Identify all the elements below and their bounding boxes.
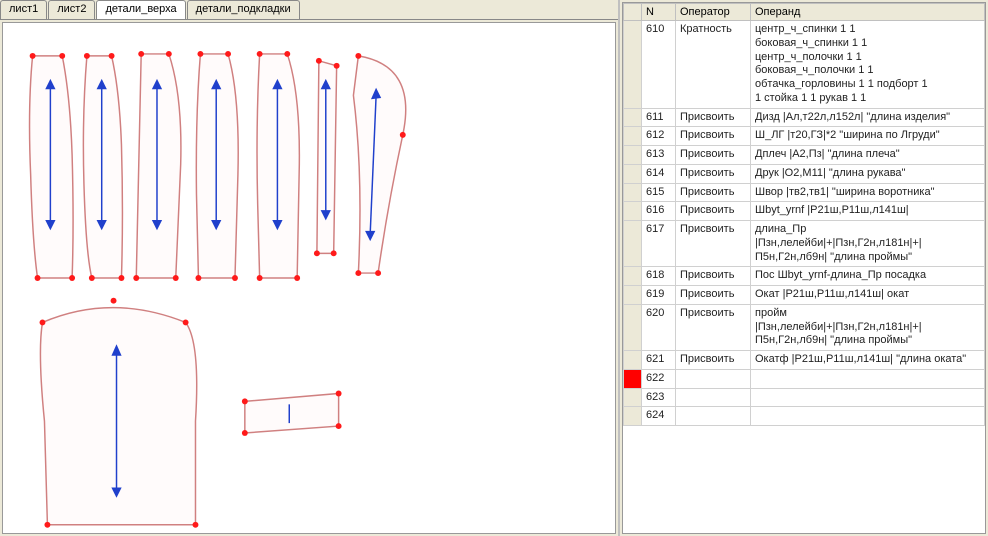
row-marker bbox=[624, 164, 642, 183]
cell-operand[interactable]: Ш_ЛГ |т20,ГЗ|*2 "ширина по Лгруди" bbox=[751, 127, 985, 146]
cell-operator[interactable]: Кратность bbox=[676, 21, 751, 109]
table-row[interactable]: 611ПрисвоитьДизд |Ал,т22л,л152л| "длина … bbox=[624, 108, 985, 127]
row-marker bbox=[624, 351, 642, 370]
cell-operand[interactable]: Окат |Р21ш,Р11ш,л141ш| окат bbox=[751, 286, 985, 305]
cell-operator[interactable]: Присвоить bbox=[676, 146, 751, 165]
table-row[interactable]: 619ПрисвоитьОкат |Р21ш,Р11ш,л141ш| окат bbox=[624, 286, 985, 305]
row-marker bbox=[624, 286, 642, 305]
cell-n[interactable]: 618 bbox=[642, 267, 676, 286]
cell-n[interactable]: 615 bbox=[642, 183, 676, 202]
cell-operand[interactable]: Дплеч |А2,Пз| "длина плеча" bbox=[751, 146, 985, 165]
cell-operand[interactable]: длина_Пр |Пзн,лелейби|+|Пзн,Г2н,л181н|+|… bbox=[751, 221, 985, 267]
header-rowhead bbox=[624, 4, 642, 21]
cell-n[interactable]: 610 bbox=[642, 21, 676, 109]
cell-n[interactable]: 623 bbox=[642, 388, 676, 407]
table-row[interactable]: 620Присвоитьпройм |Пзн,лелейби|+|Пзн,Г2н… bbox=[624, 304, 985, 350]
cell-n[interactable]: 614 bbox=[642, 164, 676, 183]
table-row[interactable]: 610Кратностьцентр_ч_спинки 1 1 боковая_ч… bbox=[624, 21, 985, 109]
table-row[interactable]: 612ПрисвоитьШ_ЛГ |т20,ГЗ|*2 "ширина по Л… bbox=[624, 127, 985, 146]
cell-operator[interactable]: Присвоить bbox=[676, 304, 751, 350]
header-operand[interactable]: Операнд bbox=[751, 4, 985, 21]
cell-operator[interactable]: Присвоить bbox=[676, 127, 751, 146]
cell-operator[interactable]: Присвоить bbox=[676, 267, 751, 286]
cell-operand[interactable] bbox=[751, 369, 985, 388]
header-operator[interactable]: Оператор bbox=[676, 4, 751, 21]
table-row[interactable]: 623 bbox=[624, 388, 985, 407]
cell-n[interactable]: 612 bbox=[642, 127, 676, 146]
cell-operator[interactable] bbox=[676, 407, 751, 426]
cell-operand[interactable]: Шbyt_yrnf |Р21ш,Р11ш,л141ш| bbox=[751, 202, 985, 221]
row-marker bbox=[624, 202, 642, 221]
cell-operand[interactable] bbox=[751, 388, 985, 407]
cell-n[interactable]: 611 bbox=[642, 108, 676, 127]
tab-bar: лист1лист2детали_верхадетали_подкладки bbox=[0, 0, 618, 20]
table-row[interactable]: 617Присвоитьдлина_Пр |Пзн,лелейби|+|Пзн,… bbox=[624, 221, 985, 267]
row-marker bbox=[624, 369, 642, 388]
row-marker bbox=[624, 146, 642, 165]
left-pane: лист1лист2детали_верхадетали_подкладки bbox=[0, 0, 620, 536]
tab-1[interactable]: лист2 bbox=[48, 0, 95, 19]
cell-operator[interactable]: Присвоить bbox=[676, 286, 751, 305]
cell-operand[interactable] bbox=[751, 407, 985, 426]
row-marker bbox=[624, 407, 642, 426]
table-row[interactable]: 616ПрисвоитьШbyt_yrnf |Р21ш,Р11ш,л141ш| bbox=[624, 202, 985, 221]
cell-operand[interactable]: Швор |тв2,тв1| "ширина воротника" bbox=[751, 183, 985, 202]
row-marker bbox=[624, 304, 642, 350]
cell-operator[interactable] bbox=[676, 388, 751, 407]
cell-operand[interactable]: Дизд |Ал,т22л,л152л| "длина изделия" bbox=[751, 108, 985, 127]
cell-operand[interactable]: Друк |О2,М11| "длина рукава" bbox=[751, 164, 985, 183]
row-marker bbox=[624, 21, 642, 109]
cell-operand[interactable]: Окатф |Р21ш,Р11ш,л141ш| "длина оката" bbox=[751, 351, 985, 370]
table-row[interactable]: 621ПрисвоитьОкатф |Р21ш,Р11ш,л141ш| "дли… bbox=[624, 351, 985, 370]
tab-0[interactable]: лист1 bbox=[0, 0, 47, 19]
cell-n[interactable]: 624 bbox=[642, 407, 676, 426]
right-pane: N Оператор Операнд 610Кратностьцентр_ч_с… bbox=[620, 0, 988, 536]
table-row[interactable]: 618ПрисвоитьПос Шbyt_yrnf-длина_Пр посад… bbox=[624, 267, 985, 286]
row-marker bbox=[624, 108, 642, 127]
cell-operand[interactable]: центр_ч_спинки 1 1 боковая_ч_спинки 1 1 … bbox=[751, 21, 985, 109]
cell-n[interactable]: 621 bbox=[642, 351, 676, 370]
table-row[interactable]: 614ПрисвоитьДрук |О2,М11| "длина рукава" bbox=[624, 164, 985, 183]
table-row[interactable]: 613ПрисвоитьДплеч |А2,Пз| "длина плеча" bbox=[624, 146, 985, 165]
cell-n[interactable]: 619 bbox=[642, 286, 676, 305]
header-n[interactable]: N bbox=[642, 4, 676, 21]
script-grid[interactable]: N Оператор Операнд 610Кратностьцентр_ч_с… bbox=[622, 2, 986, 534]
cell-operator[interactable]: Присвоить bbox=[676, 221, 751, 267]
cell-operator[interactable]: Присвоить bbox=[676, 108, 751, 127]
table-row[interactable]: 622 bbox=[624, 369, 985, 388]
table-row[interactable]: 615ПрисвоитьШвор |тв2,тв1| "ширина ворот… bbox=[624, 183, 985, 202]
cell-n[interactable]: 620 bbox=[642, 304, 676, 350]
cell-n[interactable]: 622 bbox=[642, 369, 676, 388]
cell-n[interactable]: 617 bbox=[642, 221, 676, 267]
cell-operator[interactable]: Присвоить bbox=[676, 202, 751, 221]
cell-operator[interactable]: Присвоить bbox=[676, 164, 751, 183]
cell-operator[interactable]: Присвоить bbox=[676, 183, 751, 202]
table-row[interactable]: 624 bbox=[624, 407, 985, 426]
cell-operator[interactable] bbox=[676, 369, 751, 388]
cell-n[interactable]: 613 bbox=[642, 146, 676, 165]
cell-n[interactable]: 616 bbox=[642, 202, 676, 221]
pattern-canvas[interactable] bbox=[2, 22, 616, 534]
tab-3[interactable]: детали_подкладки bbox=[187, 0, 300, 19]
cell-operand[interactable]: пройм |Пзн,лелейби|+|Пзн,Г2н,л181н|+| П5… bbox=[751, 304, 985, 350]
row-marker bbox=[624, 183, 642, 202]
cell-operand[interactable]: Пос Шbyt_yrnf-длина_Пр посадка bbox=[751, 267, 985, 286]
row-marker bbox=[624, 127, 642, 146]
row-marker bbox=[624, 388, 642, 407]
row-marker bbox=[624, 267, 642, 286]
row-marker bbox=[624, 221, 642, 267]
tab-2[interactable]: детали_верха bbox=[96, 0, 185, 19]
cell-operator[interactable]: Присвоить bbox=[676, 351, 751, 370]
